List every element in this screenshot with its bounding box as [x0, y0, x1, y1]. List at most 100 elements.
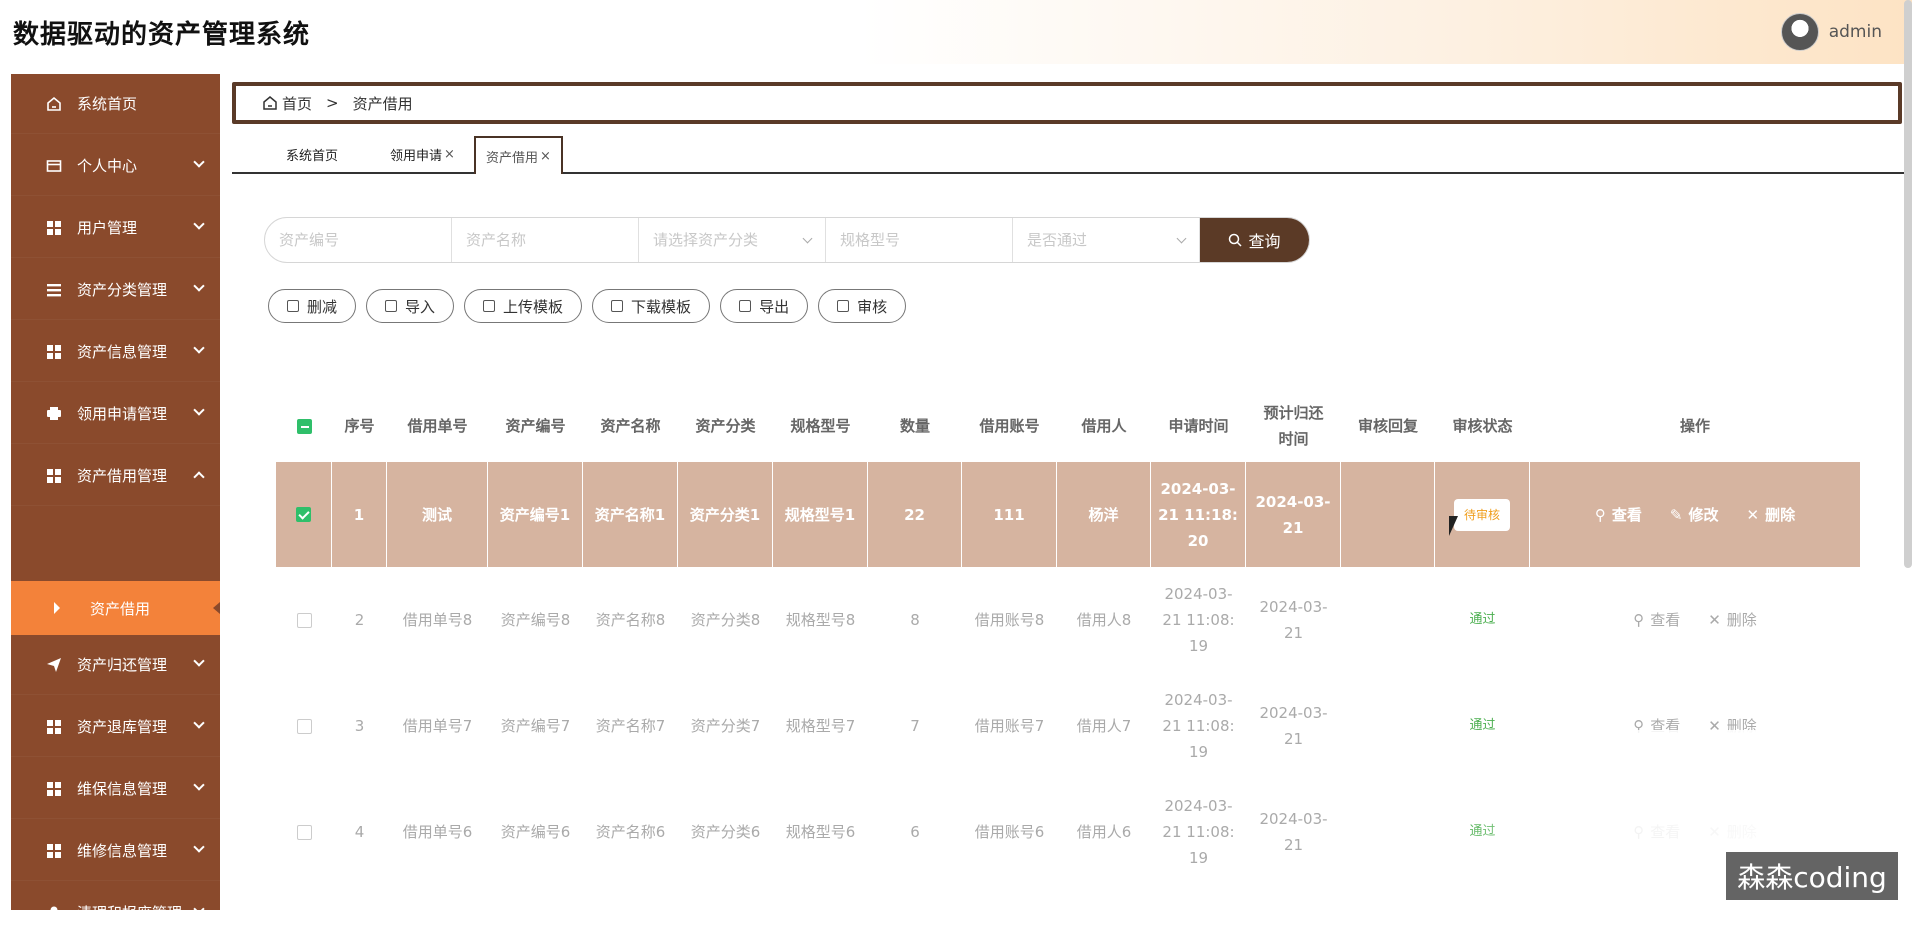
cell-ops: ⚲ 查看 ✎ 修改 ✕ 删除	[1530, 462, 1860, 567]
search-button[interactable]: 查询	[1200, 218, 1309, 262]
cell-status: 待审核	[1435, 462, 1530, 567]
header-cell: 操作	[1679, 417, 1710, 435]
table-row[interactable]: 1 测试 资产编号1 资产名称1 资产分类1 规格型号1 22 111 杨洋 2…	[276, 462, 1860, 567]
table-row[interactable]: 2 借用单号8 资产编号8 资产名称8 资产分类8 规格型号8 8 借用账号8 …	[276, 567, 1860, 673]
cell-apply-time: 2024-03- 21 11:08: 19	[1151, 779, 1246, 885]
header-line: 时间	[1278, 430, 1309, 448]
sidebar-item-asset-info[interactable]: 资产信息管理	[11, 322, 220, 382]
spec-field[interactable]	[826, 218, 1013, 262]
close-icon[interactable]: ×	[444, 147, 455, 162]
username[interactable]: admin	[1829, 22, 1882, 42]
sidebar: 系统首页 个人中心 用户管理 资产分类管理 资产信息管理 领用申请管理 资产借用…	[11, 74, 220, 943]
pass-select[interactable]	[1013, 218, 1200, 262]
cell-asset-no: 资产编号6	[500, 823, 571, 841]
avatar[interactable]	[1780, 13, 1819, 51]
pass-input[interactable]	[1027, 231, 1199, 249]
sidebar-item-repair[interactable]: 维修信息管理	[11, 821, 220, 881]
download-template-button[interactable]: 下载模板	[592, 289, 711, 323]
view-button[interactable]: ⚲ 查看	[1633, 607, 1680, 633]
row-checkbox[interactable]	[296, 824, 312, 840]
sidebar-item-label: 资产借用管理	[77, 467, 168, 485]
sidebar-item-disposal[interactable]: 清理和报废管理	[11, 883, 220, 943]
asset-name-input[interactable]	[466, 231, 638, 249]
sidebar-subitem-asset-borrow[interactable]: 资产借用	[11, 581, 220, 635]
tab-home[interactable]: 系统首页	[276, 136, 348, 172]
category-select[interactable]	[639, 218, 826, 262]
sidebar-item-home[interactable]: 系统首页	[11, 74, 220, 134]
view-button[interactable]: ⚲ 查看	[1595, 502, 1642, 528]
row-select-cell[interactable]	[276, 779, 332, 885]
time-line: 2024-03-	[1255, 492, 1331, 511]
time-line: 21 11:08:	[1162, 823, 1235, 841]
asset-name-field[interactable]	[452, 218, 639, 262]
row-select-cell[interactable]	[276, 567, 332, 673]
cell-spec: 规格型号8	[785, 611, 856, 629]
table-header: 序号 借用单号 资产编号 资产名称 资产分类 规格型号 数量 借用账号 借用人 …	[276, 390, 1860, 462]
sidebar-item-stock-return[interactable]: 资产退库管理	[11, 697, 220, 757]
delete-button[interactable]: ✕ 删除	[1747, 502, 1796, 528]
grid-icon	[45, 467, 63, 485]
button-label: 下载模板	[631, 297, 692, 316]
cell-order: 借用单号6	[402, 823, 473, 841]
row-checkbox[interactable]	[296, 718, 312, 734]
category-input[interactable]	[653, 231, 825, 249]
breadcrumb: 首页 > 资产借用	[232, 82, 1902, 124]
upload-template-button[interactable]: 上传模板	[464, 289, 583, 323]
sidebar-item-label: 资产退库管理	[77, 718, 168, 736]
row-checkbox[interactable]	[296, 507, 311, 522]
tab-requisition[interactable]: 领用申请 ×	[380, 136, 465, 172]
cell-asset-name: 资产名称7	[595, 717, 666, 735]
cell-asset-name: 资产名称1	[583, 462, 678, 567]
search-bar: 查询	[264, 217, 1310, 263]
grid-icon	[45, 780, 63, 798]
edit-button[interactable]: ✎ 修改	[1670, 502, 1719, 528]
sidebar-item-return[interactable]: 资产归还管理	[11, 635, 220, 695]
delete-batch-button[interactable]: 删减	[268, 289, 357, 323]
review-button[interactable]: 审核	[818, 289, 907, 323]
sidebar-item-requisition[interactable]: 领用申请管理	[11, 384, 220, 444]
sidebar-item-maintenance[interactable]: 维保信息管理	[11, 759, 220, 819]
sidebar-item-asset-category[interactable]: 资产分类管理	[11, 260, 220, 320]
cell-account: 借用账号8	[974, 611, 1045, 629]
chevron-down-icon	[193, 218, 205, 230]
home-icon[interactable]	[262, 95, 278, 111]
asset-no-field[interactable]	[265, 218, 452, 262]
sidebar-item-label: 维保信息管理	[77, 780, 168, 798]
time-line: 2024-03-	[1259, 704, 1328, 722]
cell-account: 借用账号7	[974, 717, 1045, 735]
export-button[interactable]: 导出	[720, 289, 809, 323]
breadcrumb-separator: >	[326, 94, 339, 112]
sidebar-item-users[interactable]: 用户管理	[11, 198, 220, 258]
row-select-cell[interactable]	[276, 462, 332, 567]
select-all-checkbox[interactable]	[296, 418, 312, 434]
sidebar-item-profile[interactable]: 个人中心	[11, 136, 220, 196]
sidebar-item-borrow[interactable]: 资产借用管理	[11, 446, 220, 506]
delete-button[interactable]: ✕ 删除	[1708, 607, 1757, 633]
header-cell: 申请时间	[1168, 417, 1229, 435]
cell-return-time: 2024-03- 21	[1246, 779, 1341, 885]
grid-icon	[45, 343, 63, 361]
user-menu[interactable]: admin	[1780, 12, 1882, 52]
page-scrollbar[interactable]	[1904, 0, 1912, 568]
cell-reply	[1341, 462, 1435, 567]
cell-qty: 6	[910, 823, 920, 841]
cell-apply-time: 2024-03- 21 11:18: 20	[1151, 462, 1246, 567]
select-all-cell[interactable]	[276, 390, 332, 462]
upload-icon	[483, 300, 496, 312]
row-select-cell[interactable]	[276, 673, 332, 779]
asset-no-input[interactable]	[279, 231, 451, 249]
tab-asset-borrow[interactable]: 资产借用 ×	[474, 136, 563, 174]
cell-order: 测试	[387, 462, 488, 567]
row-checkbox[interactable]	[296, 612, 312, 628]
close-icon: ✕	[1708, 611, 1721, 629]
sidebar-item-label: 资产信息管理	[77, 343, 168, 361]
cell-spec: 规格型号1	[773, 462, 868, 567]
grid-icon	[45, 842, 63, 860]
import-button[interactable]: 导入	[366, 289, 455, 323]
spec-input[interactable]	[840, 231, 1012, 249]
cell-category: 资产分类7	[690, 717, 761, 735]
sidebar-item-label: 用户管理	[77, 219, 138, 237]
breadcrumb-home[interactable]: 首页	[282, 93, 312, 114]
chevron-down-icon	[193, 717, 205, 729]
close-icon[interactable]: ×	[540, 149, 551, 164]
